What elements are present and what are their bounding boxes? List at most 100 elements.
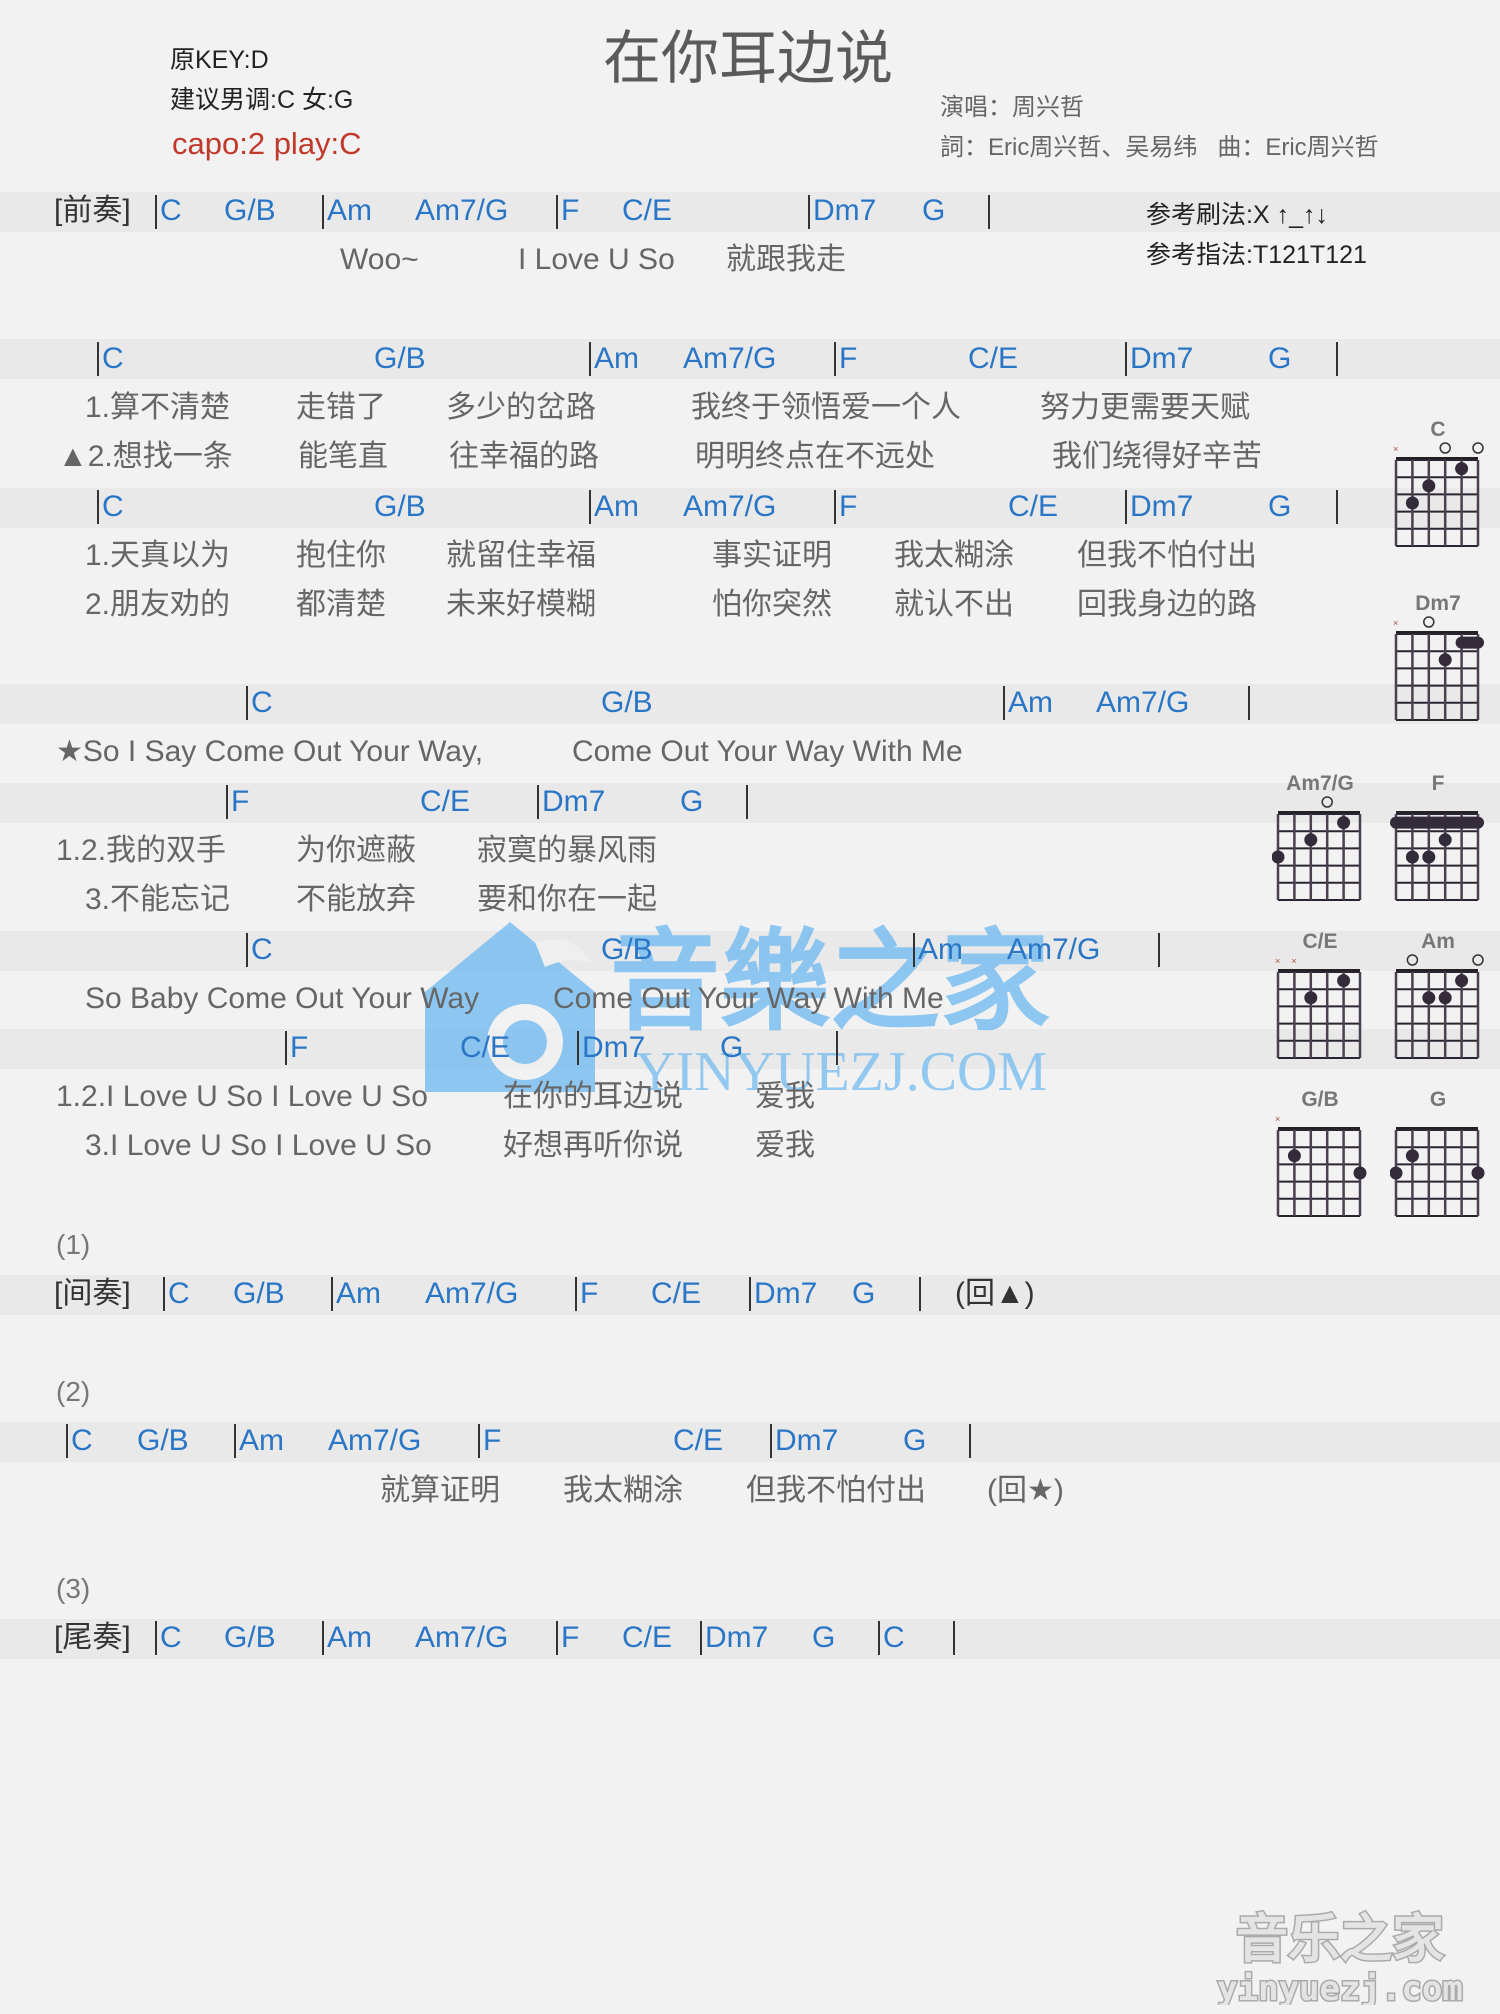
chord[interactable]: G [1268, 492, 1291, 522]
chord[interactable]: Am7/G [1096, 688, 1189, 718]
chord[interactable]: F [290, 1033, 308, 1063]
chord[interactable]: G [812, 1623, 835, 1653]
finger-dot [1438, 833, 1452, 847]
bar-line [537, 785, 539, 819]
lyric: I Love U So [518, 243, 675, 276]
chord[interactable]: F [561, 196, 579, 226]
lyric: 1.2.I Love U So I Love U So [56, 1080, 428, 1113]
chord[interactable]: G/B [601, 688, 653, 718]
bar-line [1125, 490, 1127, 524]
chord[interactable]: Am7/G [415, 196, 508, 226]
chord[interactable]: F [231, 787, 249, 817]
chord[interactable]: Am7/G [328, 1426, 421, 1456]
lyric: 就跟我走 [726, 243, 846, 276]
chord[interactable]: G/B [374, 344, 426, 374]
chord[interactable]: F [839, 492, 857, 522]
logo-en: yinyuezj.com [1217, 1969, 1463, 2005]
chord[interactable]: Am [918, 935, 963, 965]
chord[interactable]: C [71, 1426, 93, 1456]
chord[interactable]: G/B [137, 1426, 189, 1456]
chord-diagram-dm7: Dm7 × [1390, 592, 1486, 732]
bar-line [878, 1621, 880, 1655]
chord[interactable]: G/B [601, 935, 653, 965]
chord[interactable]: G/B [224, 1623, 276, 1653]
chord[interactable]: C/E [622, 1623, 672, 1653]
chord[interactable]: C [251, 688, 273, 718]
lyric: 爱我 [755, 1080, 815, 1113]
chord[interactable]: C/E [622, 196, 672, 226]
chord[interactable]: F [561, 1623, 579, 1653]
logo-cn: 音乐之家 [1236, 1910, 1444, 1970]
chord[interactable]: G [720, 1033, 743, 1063]
chord[interactable]: C [251, 935, 273, 965]
credits: 詞：Eric周兴哲、吴易纬 曲：Eric周兴哲 [940, 134, 1379, 161]
chord[interactable]: G/B [233, 1279, 285, 1309]
chord[interactable]: C [168, 1279, 190, 1309]
lyric: 往幸福的路 [449, 440, 599, 473]
chord[interactable]: C [883, 1623, 905, 1653]
finger-dot [1422, 479, 1436, 493]
chord[interactable]: Am [327, 1623, 372, 1653]
lyric: 就算证明 [380, 1474, 500, 1507]
chord[interactable]: C [102, 492, 124, 522]
chord[interactable]: G [922, 196, 945, 226]
chord[interactable]: Am [336, 1279, 381, 1309]
chord[interactable]: G [1268, 344, 1291, 374]
bar-line [322, 1621, 324, 1655]
chord[interactable]: G/B [224, 196, 276, 226]
chord[interactable]: C/E [420, 787, 470, 817]
finger-dot [1337, 816, 1351, 830]
chord[interactable]: Am7/G [1007, 935, 1100, 965]
chord[interactable]: C/E [651, 1279, 701, 1309]
chord[interactable]: G [903, 1426, 926, 1456]
original-key: 原KEY:D [170, 46, 269, 74]
chord[interactable]: Am [327, 196, 372, 226]
lyric: 我终于领悟爱一个人 [691, 391, 961, 424]
chord[interactable]: C/E [460, 1033, 510, 1063]
open-string-icon [1439, 442, 1451, 454]
chord[interactable]: Am [239, 1426, 284, 1456]
chord[interactable]: Dm7 [705, 1623, 768, 1653]
chord[interactable]: Dm7 [1130, 492, 1193, 522]
lyric: 3.I Love U So I Love U So [85, 1129, 432, 1162]
chord[interactable]: F [580, 1279, 598, 1309]
chord[interactable]: C/E [1008, 492, 1058, 522]
chord[interactable]: Dm7 [1130, 344, 1193, 374]
finger-dot [1304, 991, 1318, 1005]
bar-line [834, 342, 836, 376]
chord[interactable]: Am7/G [683, 344, 776, 374]
chord[interactable]: F [483, 1426, 501, 1456]
chord[interactable]: C/E [673, 1426, 723, 1456]
chord[interactable]: G/B [374, 492, 426, 522]
chord[interactable]: Am [1008, 688, 1053, 718]
chord[interactable]: F [839, 344, 857, 374]
outro-label: [尾奏] [54, 1621, 131, 1654]
chord[interactable]: C [160, 196, 182, 226]
chord-diagram-c: C × [1390, 418, 1486, 558]
chord[interactable]: Am [594, 344, 639, 374]
chord[interactable]: C [102, 344, 124, 374]
chord[interactable]: C/E [968, 344, 1018, 374]
bar-line [478, 1424, 480, 1458]
lyric: 在你的耳边说 [503, 1080, 683, 1113]
chord[interactable]: Am7/G [415, 1623, 508, 1653]
bar-line [746, 785, 748, 819]
chord[interactable]: Dm7 [582, 1033, 645, 1063]
bar-line [246, 686, 248, 720]
chord[interactable]: G [852, 1279, 875, 1309]
chord[interactable]: G [680, 787, 703, 817]
bar-line [834, 490, 836, 524]
bar-line [1336, 490, 1338, 524]
chord[interactable]: Am [594, 492, 639, 522]
chord[interactable]: C [160, 1623, 182, 1653]
chord[interactable]: Dm7 [775, 1426, 838, 1456]
chord[interactable]: Am7/G [683, 492, 776, 522]
chord[interactable]: Dm7 [813, 196, 876, 226]
chord[interactable]: Am7/G [425, 1279, 518, 1309]
lyric: 2.朋友劝的 [85, 588, 231, 621]
chord[interactable]: Dm7 [542, 787, 605, 817]
finger-dot [1422, 991, 1436, 1005]
chord[interactable]: Dm7 [754, 1279, 817, 1309]
lyric: 明明终点在不远处 [695, 440, 935, 473]
lyric: 未来好模糊 [446, 588, 596, 621]
